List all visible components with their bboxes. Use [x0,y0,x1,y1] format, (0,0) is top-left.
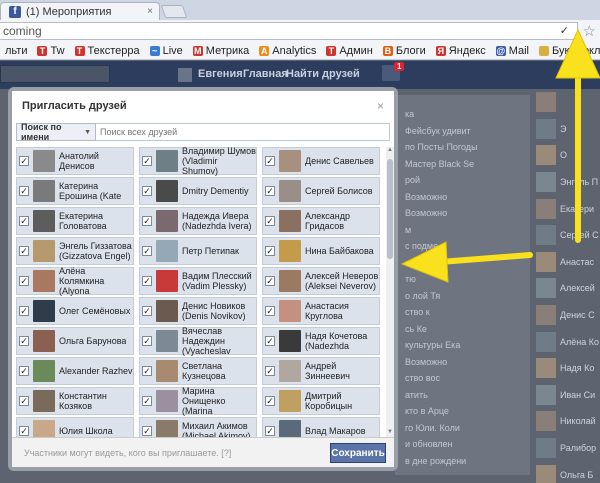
left-arrow-annotation [400,241,533,283]
up-arrow-annotation [555,28,600,243]
annotation-arrows [400,28,600,283]
